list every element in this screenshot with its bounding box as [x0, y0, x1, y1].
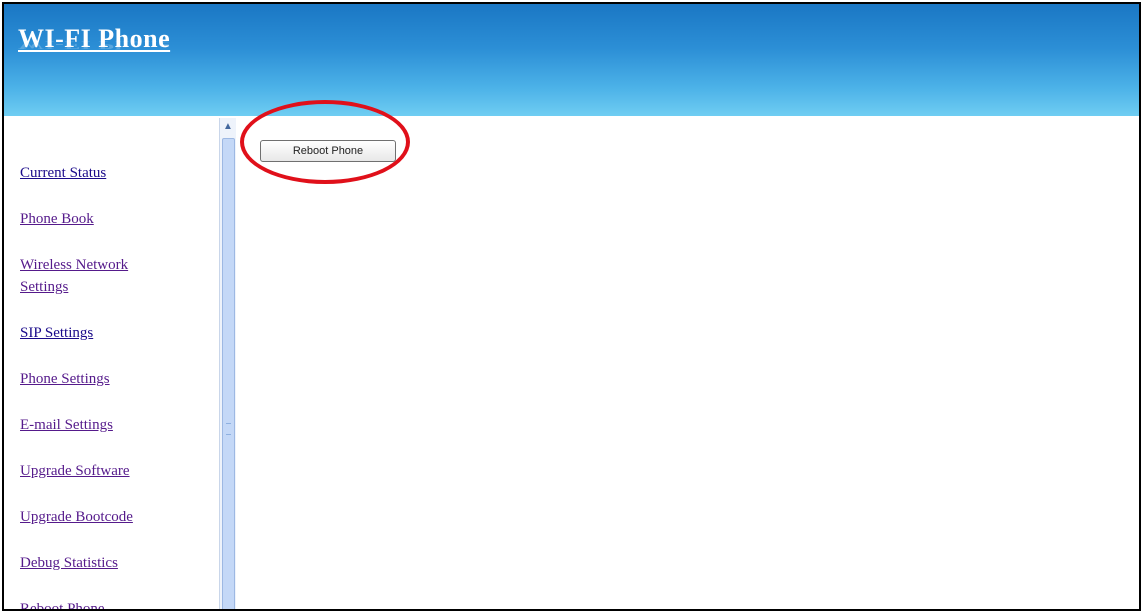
browser-frame: WI-FI Phone WI-FI Phone Current Status P… [2, 2, 1141, 611]
nav-item-current-status: Current Status [20, 162, 190, 184]
sidebar-nav: Current Status Phone Book Wireless Netwo… [4, 116, 219, 609]
nav-list: Current Status Phone Book Wireless Netwo… [20, 162, 190, 609]
header-banner: WI-FI Phone WI-FI Phone [4, 4, 1139, 116]
nav-item-phone-book: Phone Book [20, 208, 190, 230]
reboot-phone-button[interactable]: Reboot Phone [260, 140, 396, 162]
nav-link-email-settings[interactable]: E-mail Settings [20, 414, 190, 436]
logo-reflection: WI-FI Phone [18, 38, 171, 52]
nav-link-reboot-phone[interactable]: Reboot Phone [20, 598, 190, 609]
nav-link-debug-statistics[interactable]: Debug Statistics [20, 552, 190, 574]
nav-item-reboot-phone: Reboot Phone [20, 598, 190, 609]
scroll-up-arrow-icon[interactable]: ▲ [221, 120, 235, 134]
nav-item-email-settings: E-mail Settings [20, 414, 190, 436]
nav-item-sip-settings: SIP Settings [20, 322, 190, 344]
nav-link-phone-settings[interactable]: Phone Settings [20, 368, 190, 390]
scroll-thumb[interactable] [222, 138, 235, 609]
nav-link-upgrade-software[interactable]: Upgrade Software [20, 460, 190, 482]
nav-link-wireless-network-settings[interactable]: Wireless Network Settings [20, 254, 175, 298]
nav-link-upgrade-bootcode[interactable]: Upgrade Bootcode [20, 506, 190, 528]
nav-item-wireless-network-settings: Wireless Network Settings [20, 254, 190, 298]
main-content: Reboot Phone [236, 100, 1139, 609]
nav-item-upgrade-software: Upgrade Software [20, 460, 190, 482]
nav-item-upgrade-bootcode: Upgrade Bootcode [20, 506, 190, 528]
nav-link-current-status[interactable]: Current Status [20, 162, 190, 184]
nav-link-sip-settings[interactable]: SIP Settings [20, 322, 190, 344]
sidebar-scrollbar[interactable]: ▲ [219, 118, 236, 609]
scroll-grip-icon [226, 423, 231, 435]
nav-item-debug-statistics: Debug Statistics [20, 552, 190, 574]
nav-item-phone-settings: Phone Settings [20, 368, 190, 390]
nav-link-phone-book[interactable]: Phone Book [20, 208, 190, 230]
